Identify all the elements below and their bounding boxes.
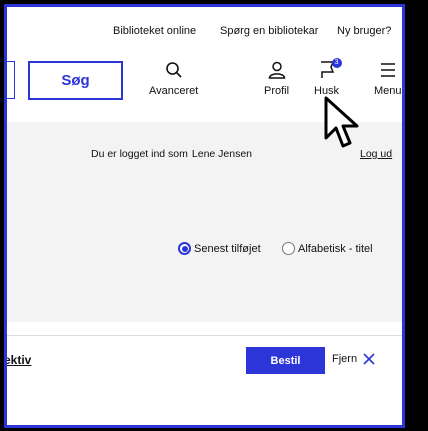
list-divider bbox=[7, 335, 402, 336]
link-library-online[interactable]: Biblioteket online bbox=[113, 25, 196, 37]
logged-in-label: Du er logget ind som bbox=[91, 148, 188, 160]
logout-link[interactable]: Log ud bbox=[360, 148, 392, 160]
list-item-title[interactable]: ektiv bbox=[7, 353, 31, 367]
user-icon bbox=[268, 61, 285, 79]
sort-option-alphabetical-label: Alfabetisk - titel bbox=[298, 242, 373, 255]
search-icon bbox=[165, 62, 182, 78]
menu-button[interactable]: Menu bbox=[374, 61, 402, 97]
order-button[interactable]: Bestil bbox=[246, 347, 325, 374]
link-new-user[interactable]: Ny bruger? bbox=[337, 25, 391, 37]
hamburger-menu-icon bbox=[380, 63, 395, 77]
browser-viewport: Biblioteket online Spørg en bibliotekar … bbox=[4, 4, 405, 428]
radio-unselected-icon[interactable] bbox=[282, 242, 295, 255]
search-button[interactable]: Søg bbox=[28, 61, 123, 100]
mouse-pointer-icon bbox=[324, 96, 359, 148]
remove-label: Fjern bbox=[332, 353, 358, 365]
profile-label: Profil bbox=[264, 85, 290, 97]
user-name: Lene Jensen bbox=[191, 148, 253, 160]
remember-count-badge: 3 bbox=[331, 58, 342, 68]
remove-button[interactable]: Fjern bbox=[332, 353, 375, 365]
sort-option-alphabetical[interactable]: Alfabetisk - titel bbox=[282, 242, 373, 255]
search-input[interactable] bbox=[7, 61, 15, 99]
sort-option-newest-label: Senest tilføjet bbox=[194, 242, 261, 255]
logged-in-status: Du er logget ind som Lene Jensen bbox=[91, 148, 252, 160]
sort-option-newest[interactable]: Senest tilføjet bbox=[178, 242, 261, 255]
profile-link[interactable]: Profil bbox=[264, 61, 289, 97]
remember-link[interactable]: 3 Husk bbox=[314, 58, 342, 97]
advanced-search-link[interactable]: Avanceret bbox=[149, 61, 198, 97]
close-icon bbox=[363, 353, 375, 365]
menu-label: Menu bbox=[374, 85, 402, 97]
advanced-label: Avanceret bbox=[149, 85, 199, 97]
link-ask-librarian[interactable]: Spørg en bibliotekar bbox=[220, 25, 318, 37]
radio-selected-icon[interactable] bbox=[178, 242, 191, 255]
